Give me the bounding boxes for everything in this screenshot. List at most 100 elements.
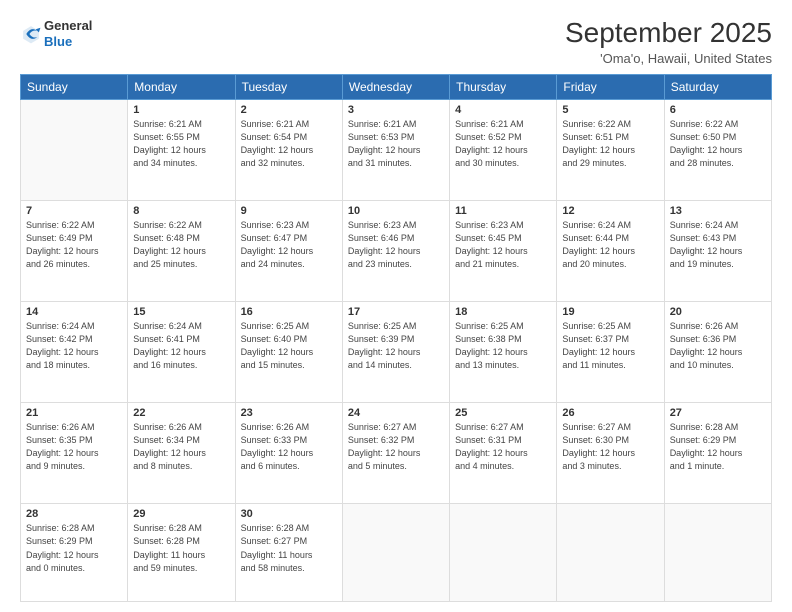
table-row: 13Sunrise: 6:24 AM Sunset: 6:43 PM Dayli… [664, 200, 771, 301]
day-info: Sunrise: 6:24 AM Sunset: 6:42 PM Dayligh… [26, 320, 122, 372]
location: 'Oma'o, Hawaii, United States [565, 51, 772, 66]
header: General Blue September 2025 'Oma'o, Hawa… [20, 18, 772, 66]
table-row: 12 Sunrise: 6:24 AM Sunset: 6:44 PM Dayli… [557, 200, 664, 301]
calendar-week-row: 14 Sunrise: 6:24 AM Sunset: 6:42 PM Dayli… [21, 302, 772, 403]
day-number: 25 [455, 407, 551, 419]
day-number: 20 [670, 306, 766, 318]
day-info: Sunrise: 6:25 AM Sunset: 6:37 PM Dayligh… [562, 320, 658, 372]
header-friday: Friday [557, 74, 664, 99]
table-row: 19Sunrise: 6:25 AM Sunset: 6:37 PM Dayli… [557, 302, 664, 403]
table-row: 24Sunrise: 6:27 AM Sunset: 6:32 PM Dayli… [342, 403, 449, 504]
table-row: 18 Sunrise: 6:25 AM Sunset: 6:38 PM Dayli… [450, 302, 557, 403]
day-number: 27 [670, 407, 766, 419]
day-number: 10 [348, 205, 444, 217]
table-row: 27 Sunrise: 6:28 AM Sunset: 6:29 PM Dayli… [664, 403, 771, 504]
logo-text: General Blue [44, 18, 92, 49]
day-number: 9 [241, 205, 337, 217]
logo-icon [20, 23, 42, 45]
day-info: Sunrise: 6:22 AM Sunset: 6:48 PM Dayligh… [133, 219, 229, 271]
day-info: Sunrise: 6:22 AM Sunset: 6:49 PM Dayligh… [26, 219, 122, 271]
header-saturday: Saturday [664, 74, 771, 99]
table-row: 22 Sunrise: 6:26 AM Sunset: 6:34 PM Dayli… [128, 403, 235, 504]
day-info: Sunrise: 6:24 AM Sunset: 6:41 PM Dayligh… [133, 320, 229, 372]
day-info: Sunrise: 6:28 AM Sunset: 6:29 PM Dayligh… [670, 421, 766, 473]
day-number: 7 [26, 205, 122, 217]
header-sunday: Sunday [21, 74, 128, 99]
day-number: 12 [562, 205, 658, 217]
table-row [664, 504, 771, 602]
day-info: Sunrise: 6:28 AM Sunset: 6:27 PM Dayligh… [241, 522, 337, 574]
day-number: 16 [241, 306, 337, 318]
day-number: 15 [133, 306, 229, 318]
table-row [557, 504, 664, 602]
day-info: Sunrise: 6:21 AM Sunset: 6:52 PM Dayligh… [455, 118, 551, 170]
day-info: Sunrise: 6:26 AM Sunset: 6:36 PM Dayligh… [670, 320, 766, 372]
calendar-week-row: 28Sunrise: 6:28 AM Sunset: 6:29 PM Dayli… [21, 504, 772, 602]
day-number: 24 [348, 407, 444, 419]
day-info: Sunrise: 6:28 AM Sunset: 6:28 PM Dayligh… [133, 522, 229, 574]
day-number: 18 [455, 306, 551, 318]
table-row: 30Sunrise: 6:28 AM Sunset: 6:27 PM Dayli… [235, 504, 342, 602]
day-number: 28 [26, 508, 122, 520]
day-number: 14 [26, 306, 122, 318]
day-number: 23 [241, 407, 337, 419]
table-row: 16Sunrise: 6:25 AM Sunset: 6:40 PM Dayli… [235, 302, 342, 403]
day-info: Sunrise: 6:27 AM Sunset: 6:30 PM Dayligh… [562, 421, 658, 473]
day-number: 26 [562, 407, 658, 419]
day-info: Sunrise: 6:24 AM Sunset: 6:44 PM Dayligh… [562, 219, 658, 271]
day-info: Sunrise: 6:21 AM Sunset: 6:55 PM Dayligh… [133, 118, 229, 170]
table-row: 9 Sunrise: 6:23 AM Sunset: 6:47 PM Daylig… [235, 200, 342, 301]
calendar-week-row: 7 Sunrise: 6:22 AM Sunset: 6:49 PM Daylig… [21, 200, 772, 301]
day-number: 5 [562, 104, 658, 116]
table-row: 28Sunrise: 6:28 AM Sunset: 6:29 PM Dayli… [21, 504, 128, 602]
table-row: 3Sunrise: 6:21 AM Sunset: 6:53 PM Daylig… [342, 99, 449, 200]
header-thursday: Thursday [450, 74, 557, 99]
table-row: 29 Sunrise: 6:28 AM Sunset: 6:28 PM Dayli… [128, 504, 235, 602]
table-row [342, 504, 449, 602]
table-row: 10 Sunrise: 6:23 AM Sunset: 6:46 PM Dayli… [342, 200, 449, 301]
table-row: 5 Sunrise: 6:22 AM Sunset: 6:51 PM Daylig… [557, 99, 664, 200]
weekday-header-row: Sunday Monday Tuesday Wednesday Thursday… [21, 74, 772, 99]
day-number: 22 [133, 407, 229, 419]
calendar-week-row: 21 Sunrise: 6:26 AM Sunset: 6:35 PM Dayli… [21, 403, 772, 504]
month-title: September 2025 [565, 18, 772, 49]
calendar-week-row: 1 Sunrise: 6:21 AM Sunset: 6:55 PM Daylig… [21, 99, 772, 200]
day-info: Sunrise: 6:25 AM Sunset: 6:38 PM Dayligh… [455, 320, 551, 372]
day-number: 21 [26, 407, 122, 419]
page: General Blue September 2025 'Oma'o, Hawa… [0, 0, 792, 612]
day-info: Sunrise: 6:25 AM Sunset: 6:39 PM Dayligh… [348, 320, 444, 372]
day-number: 17 [348, 306, 444, 318]
table-row: 11 Sunrise: 6:23 AM Sunset: 6:45 PM Dayli… [450, 200, 557, 301]
day-number: 11 [455, 205, 551, 217]
table-row: 20 Sunrise: 6:26 AM Sunset: 6:36 PM Dayli… [664, 302, 771, 403]
day-info: Sunrise: 6:23 AM Sunset: 6:45 PM Dayligh… [455, 219, 551, 271]
table-row: 23Sunrise: 6:26 AM Sunset: 6:33 PM Dayli… [235, 403, 342, 504]
logo: General Blue [20, 18, 92, 49]
day-number: 4 [455, 104, 551, 116]
table-row: 21 Sunrise: 6:26 AM Sunset: 6:35 PM Dayli… [21, 403, 128, 504]
day-info: Sunrise: 6:26 AM Sunset: 6:35 PM Dayligh… [26, 421, 122, 473]
day-number: 29 [133, 508, 229, 520]
table-row: 1 Sunrise: 6:21 AM Sunset: 6:55 PM Daylig… [128, 99, 235, 200]
day-info: Sunrise: 6:22 AM Sunset: 6:50 PM Dayligh… [670, 118, 766, 170]
table-row: 25Sunrise: 6:27 AM Sunset: 6:31 PM Dayli… [450, 403, 557, 504]
day-info: Sunrise: 6:26 AM Sunset: 6:34 PM Dayligh… [133, 421, 229, 473]
day-info: Sunrise: 6:22 AM Sunset: 6:51 PM Dayligh… [562, 118, 658, 170]
day-number: 6 [670, 104, 766, 116]
table-row: 14 Sunrise: 6:24 AM Sunset: 6:42 PM Dayli… [21, 302, 128, 403]
header-wednesday: Wednesday [342, 74, 449, 99]
day-info: Sunrise: 6:23 AM Sunset: 6:47 PM Dayligh… [241, 219, 337, 271]
table-row: 4 Sunrise: 6:21 AM Sunset: 6:52 PM Daylig… [450, 99, 557, 200]
day-info: Sunrise: 6:21 AM Sunset: 6:54 PM Dayligh… [241, 118, 337, 170]
day-number: 3 [348, 104, 444, 116]
table-row: 17 Sunrise: 6:25 AM Sunset: 6:39 PM Dayli… [342, 302, 449, 403]
table-row: 6 Sunrise: 6:22 AM Sunset: 6:50 PM Daylig… [664, 99, 771, 200]
header-monday: Monday [128, 74, 235, 99]
table-row: 7 Sunrise: 6:22 AM Sunset: 6:49 PM Daylig… [21, 200, 128, 301]
table-row: 2Sunrise: 6:21 AM Sunset: 6:54 PM Daylig… [235, 99, 342, 200]
table-row: 15 Sunrise: 6:24 AM Sunset: 6:41 PM Dayli… [128, 302, 235, 403]
day-number: 1 [133, 104, 229, 116]
table-row: 8Sunrise: 6:22 AM Sunset: 6:48 PM Daylig… [128, 200, 235, 301]
table-row [450, 504, 557, 602]
day-info: Sunrise: 6:23 AM Sunset: 6:46 PM Dayligh… [348, 219, 444, 271]
